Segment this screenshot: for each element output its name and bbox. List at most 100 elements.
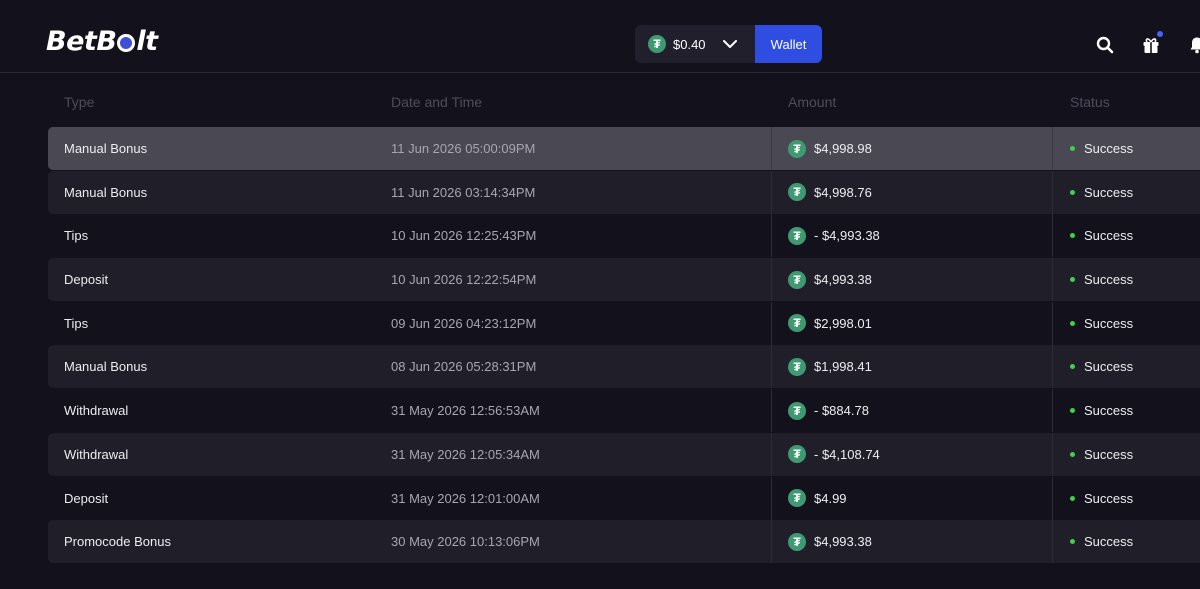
transaction-status: Success [1070,345,1133,388]
status-label: Success [1084,315,1134,331]
amount-value: - $4,108.74 [814,446,880,462]
transaction-type: Tips [64,315,89,331]
transaction-status: Success [1070,389,1133,432]
column-divider [771,170,772,214]
transaction-date: 09 Jun 2026 04:23:12PM [391,315,537,331]
amount-value: - $884.78 [814,403,869,419]
chevron-down-icon [720,34,740,54]
table-row[interactable]: Manual Bonus 11 Jun 2026 03:14:34PM ₮ $4,99… [48,170,1200,214]
status-dot-icon [1070,539,1075,545]
tether-icon: ₮ [788,357,806,376]
table-row[interactable]: Deposit 31 May 2026 12:01:00AM ₮ $4.99 Succe… [48,476,1200,520]
status-dot-icon [1070,146,1075,151]
column-divider [771,301,772,345]
table-row[interactable]: Withdrawal 31 May 2026 12:56:53AM ₮ - $884.… [48,389,1200,433]
status-label: Success [1084,272,1134,288]
wallet-button[interactable]: Wallet [755,25,822,63]
transaction-date: 08 Jun 2026 05:28:31PM [391,359,537,375]
transaction-status: Success [1070,214,1133,257]
column-divider [1052,258,1053,302]
transaction-amount: ₮ - $4,993.38 [788,214,880,257]
transaction-date: 31 May 2026 12:01:00AM [391,490,540,506]
status-dot-icon [1070,495,1075,501]
column-header-type: Type [64,94,95,110]
transaction-amount: ₮ - $884.78 [788,389,869,432]
column-divider [1052,170,1053,214]
column-divider [771,432,772,476]
transaction-amount: ₮ $2,998.01 [788,302,872,345]
logo-text-lt: lt [136,26,158,57]
tether-icon: ₮ [788,532,806,551]
tether-icon: ₮ [788,401,806,420]
search-icon[interactable] [1094,34,1116,56]
column-divider [771,476,772,520]
table-row[interactable]: Deposit 10 Jun 2026 12:22:54PM ₮ $4,993.38 S… [48,258,1200,302]
table-row[interactable]: Tips 09 Jun 2026 04:23:12PM ₮ $2,998.01 Succ… [48,301,1200,345]
transaction-date: 11 Jun 2026 05:00:09PM [391,141,536,156]
transaction-date: 10 Jun 2026 12:22:54PM [391,272,537,288]
transaction-type: Deposit [64,272,109,288]
transaction-type: Tips [64,228,89,244]
column-divider [771,389,772,433]
status-label: Success [1084,228,1134,244]
balance-selector[interactable]: ₮ $0.40 [635,25,755,63]
transaction-amount: ₮ $4,998.76 [788,171,872,214]
transaction-status: Success [1070,477,1133,520]
transaction-type: Withdrawal [64,403,129,419]
column-header-status: Status [1070,94,1110,110]
tether-icon: ₮ [648,35,666,53]
bell-icon[interactable] [1186,34,1200,56]
status-label: Success [1084,403,1134,419]
amount-value: $4.99 [814,490,847,506]
column-divider [1052,476,1053,520]
table-row[interactable]: Tips 10 Jun 2026 12:25:43PM ₮ - $4,993.38 Su… [48,214,1200,258]
table-row[interactable]: Manual Bonus 11 Jun 2026 05:00:09PM ₮ $4,99… [48,127,1200,170]
logo-text-bet: Bet [46,26,97,57]
column-divider [771,127,772,170]
status-dot-icon [1070,189,1075,195]
transaction-date: 10 Jun 2026 12:25:43PM [391,228,537,244]
amount-value: - $4,993.38 [814,228,880,244]
status-dot-icon [1070,451,1075,457]
column-divider [771,258,772,302]
status-label: Success [1084,446,1134,462]
column-divider [1052,520,1053,564]
status-label: Success [1084,490,1134,506]
logo-ball-icon [117,33,136,52]
transaction-amount: ₮ $4,993.38 [788,520,872,563]
column-divider [771,214,772,258]
column-divider [1052,345,1053,389]
table-header: Type Date and Time Amount Status [48,86,1200,118]
amount-value: $4,998.76 [814,184,872,200]
tether-icon: ₮ [788,139,806,158]
status-label: Success [1084,184,1134,200]
top-bar: Bet Blt ₮ $0.40 Wallet [0,0,1200,73]
status-label: Success [1084,141,1134,156]
column-header-date: Date and Time [391,94,483,110]
transactions-table: Manual Bonus 11 Jun 2026 05:00:09PM ₮ $4,99… [48,127,1200,564]
status-label: Success [1084,359,1134,375]
transaction-status: Success [1070,433,1133,476]
gift-icon[interactable] [1140,31,1163,56]
transaction-type: Promocode Bonus [64,534,171,550]
transaction-amount: ₮ $1,998.41 [788,345,872,388]
transaction-type: Manual Bonus [64,359,148,375]
table-row[interactable]: Withdrawal 31 May 2026 12:05:34AM ₮ - $4,10… [48,432,1200,476]
betbolt-logo[interactable]: Bet Blt [46,26,158,57]
transaction-status: Success [1070,171,1133,214]
table-row[interactable]: Promocode Bonus 30 May 2026 10:13:06PM ₮ $4… [48,520,1200,564]
transaction-amount: ₮ $4.99 [788,477,847,520]
amount-value: $1,998.41 [814,359,872,375]
column-divider [771,520,772,564]
tether-icon: ₮ [788,445,806,464]
wallet-group: ₮ $0.40 Wallet [635,25,822,63]
transaction-status: Success [1070,127,1133,170]
amount-value: $2,998.01 [814,315,872,331]
balance-amount: $0.40 [673,36,706,52]
table-row[interactable]: Manual Bonus 08 Jun 2026 05:28:31PM ₮ $1,99… [48,345,1200,389]
transaction-amount: ₮ $4,993.38 [788,258,872,301]
transaction-status: Success [1070,520,1133,563]
transaction-type: Withdrawal [64,446,129,462]
amount-value: $4,993.38 [814,272,872,288]
column-divider [1052,432,1053,476]
